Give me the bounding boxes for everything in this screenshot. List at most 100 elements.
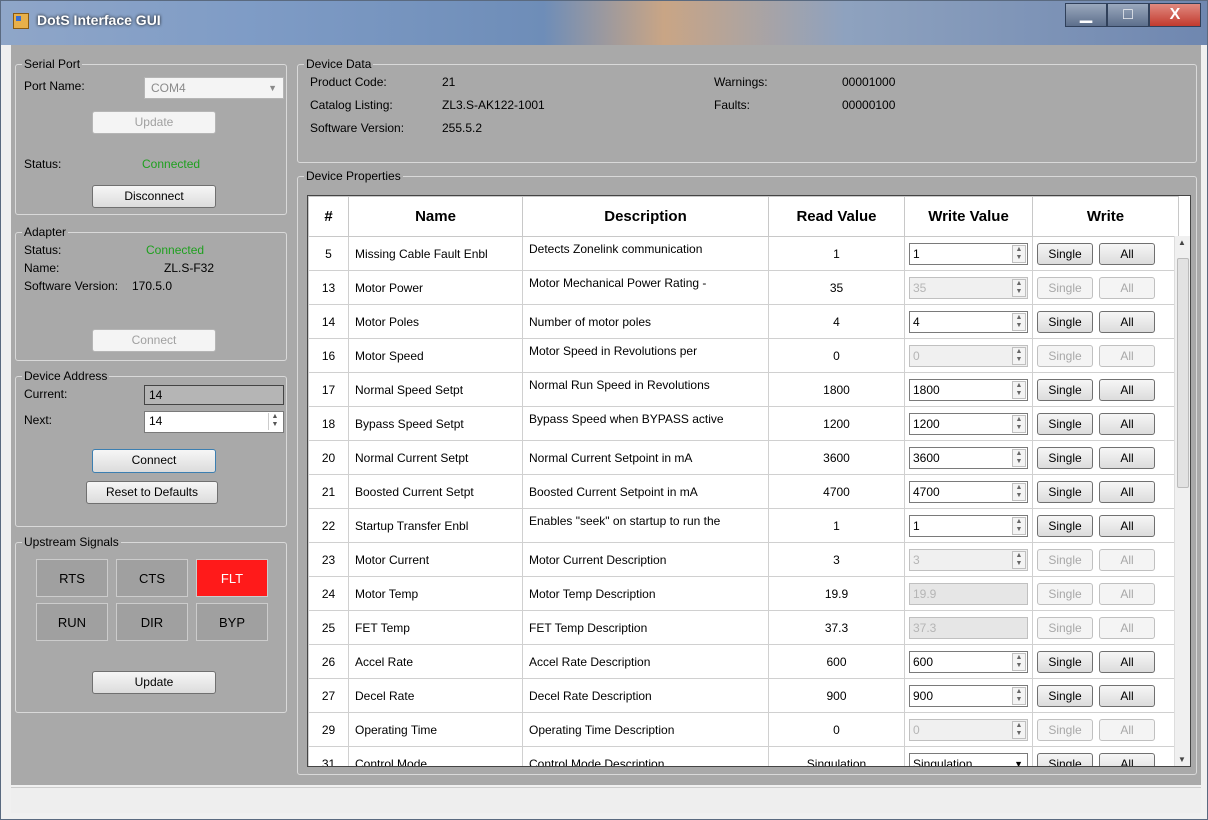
write-all-button[interactable]: All bbox=[1099, 344, 1155, 367]
minimize-button[interactable]: ▁ bbox=[1065, 3, 1107, 27]
table-row[interactable]: 25 FET Temp FET Temp Description 37.3 37… bbox=[308, 610, 1179, 645]
write-single-button[interactable]: Single bbox=[1037, 684, 1093, 707]
close-button[interactable]: X bbox=[1149, 3, 1201, 27]
table-row[interactable]: 31 Control Mode Control Mode Description… bbox=[308, 746, 1179, 766]
table-row[interactable]: 17 Normal Speed Setpt Normal Run Speed i… bbox=[308, 372, 1179, 407]
table-row[interactable]: 27 Decel Rate Decel Rate Description 900… bbox=[308, 678, 1179, 713]
reset-defaults-button[interactable]: Reset to Defaults bbox=[86, 481, 218, 504]
spin-arrows-icon[interactable]: ▲ ▼ bbox=[1012, 482, 1026, 501]
col-header-read-value[interactable]: Read Value bbox=[768, 196, 905, 237]
write-all-button[interactable]: All bbox=[1099, 446, 1155, 469]
spin-arrows-icon[interactable]: ▲ ▼ bbox=[1012, 244, 1026, 263]
write-value-stepper[interactable]: 1 ▲ ▼ bbox=[909, 514, 1028, 537]
cell-write-buttons: Single All bbox=[1032, 338, 1179, 373]
cell-read-value: 600 bbox=[768, 644, 905, 679]
table-row[interactable]: 13 Motor Power Motor Mechanical Power Ra… bbox=[308, 270, 1179, 305]
cell-id: 18 bbox=[308, 406, 349, 441]
spin-arrows-icon[interactable]: ▲ ▼ bbox=[1012, 448, 1026, 467]
table-row[interactable]: 22 Startup Transfer Enbl Enables "seek" … bbox=[308, 508, 1179, 543]
write-all-button[interactable]: All bbox=[1099, 412, 1155, 435]
disconnect-button[interactable]: Disconnect bbox=[92, 185, 216, 208]
write-single-button[interactable]: Single bbox=[1037, 718, 1093, 741]
write-value-stepper[interactable]: 3600 ▲ ▼ bbox=[909, 446, 1028, 469]
write-value-stepper[interactable]: 4700 ▲ ▼ bbox=[909, 480, 1028, 503]
warnings-label: Warnings: bbox=[714, 75, 768, 89]
write-all-button[interactable]: All bbox=[1099, 378, 1155, 401]
write-single-button[interactable]: Single bbox=[1037, 480, 1093, 503]
write-single-button[interactable]: Single bbox=[1037, 242, 1093, 265]
write-single-button[interactable]: Single bbox=[1037, 276, 1093, 299]
col-header-id[interactable]: # bbox=[308, 196, 349, 237]
write-all-button[interactable]: All bbox=[1099, 310, 1155, 333]
cell-write-buttons: Single All bbox=[1032, 746, 1179, 766]
vertical-scrollbar[interactable]: ▲ ▼ bbox=[1174, 236, 1190, 766]
spin-arrows-icon[interactable]: ▲ ▼ bbox=[1012, 380, 1026, 399]
table-row[interactable]: 21 Boosted Current Setpt Boosted Current… bbox=[308, 474, 1179, 509]
write-single-button[interactable]: Single bbox=[1037, 752, 1093, 766]
write-single-button[interactable]: Single bbox=[1037, 514, 1093, 537]
title-bar[interactable]: DotS Interface GUI ▁ □ X bbox=[1, 1, 1207, 45]
spin-arrows-icon: ▲ ▼ bbox=[1012, 550, 1026, 569]
write-value-stepper[interactable]: 1200 ▲ ▼ bbox=[909, 412, 1028, 435]
write-all-button[interactable]: All bbox=[1099, 480, 1155, 503]
table-row[interactable]: 24 Motor Temp Motor Temp Description 19.… bbox=[308, 576, 1179, 611]
table-row[interactable]: 23 Motor Current Motor Current Descripti… bbox=[308, 542, 1179, 577]
write-all-button[interactable]: All bbox=[1099, 276, 1155, 299]
col-header-name[interactable]: Name bbox=[348, 196, 523, 237]
write-all-button[interactable]: All bbox=[1099, 582, 1155, 605]
port-name-combo[interactable]: COM4 ▼ bbox=[144, 77, 284, 99]
next-address-stepper[interactable]: 14 ▲ ▼ bbox=[144, 411, 284, 433]
cell-write-value: 600 ▲ ▼ bbox=[904, 644, 1033, 679]
write-single-button[interactable]: Single bbox=[1037, 446, 1093, 469]
scroll-down-icon[interactable]: ▼ bbox=[1178, 755, 1186, 764]
write-value-stepper[interactable]: 1 ▲ ▼ bbox=[909, 242, 1028, 265]
write-all-button[interactable]: All bbox=[1099, 514, 1155, 537]
write-single-button[interactable]: Single bbox=[1037, 344, 1093, 367]
write-single-button[interactable]: Single bbox=[1037, 548, 1093, 571]
write-all-button[interactable]: All bbox=[1099, 548, 1155, 571]
spin-arrows-icon[interactable]: ▲ ▼ bbox=[1012, 414, 1026, 433]
write-all-button[interactable]: All bbox=[1099, 752, 1155, 766]
address-connect-button[interactable]: Connect bbox=[92, 449, 216, 473]
properties-grid[interactable]: # Name Description Read Value Write Valu… bbox=[307, 195, 1191, 767]
table-row[interactable]: 26 Accel Rate Accel Rate Description 600… bbox=[308, 644, 1179, 679]
serial-update-button[interactable]: Update bbox=[92, 111, 216, 134]
write-single-button[interactable]: Single bbox=[1037, 378, 1093, 401]
col-header-description[interactable]: Description bbox=[522, 196, 769, 237]
table-row[interactable]: 29 Operating Time Operating Time Descrip… bbox=[308, 712, 1179, 747]
spin-arrows-icon[interactable]: ▲ ▼ bbox=[1012, 516, 1026, 535]
write-all-button[interactable]: All bbox=[1099, 718, 1155, 741]
col-header-write-value[interactable]: Write Value bbox=[904, 196, 1033, 237]
write-value-stepper[interactable]: 4 ▲ ▼ bbox=[909, 310, 1028, 333]
adapter-connect-button[interactable]: Connect bbox=[92, 329, 216, 352]
spin-arrows-icon[interactable]: ▲ ▼ bbox=[1012, 652, 1026, 671]
write-value-stepper[interactable]: 1800 ▲ ▼ bbox=[909, 378, 1028, 401]
write-all-button[interactable]: All bbox=[1099, 684, 1155, 707]
adapter-name-label: Name: bbox=[24, 261, 60, 275]
table-row[interactable]: 14 Motor Poles Number of motor poles 4 4… bbox=[308, 304, 1179, 339]
write-single-button[interactable]: Single bbox=[1037, 616, 1093, 639]
table-row[interactable]: 18 Bypass Speed Setpt Bypass Speed when … bbox=[308, 406, 1179, 441]
table-row[interactable]: 5 Missing Cable Fault Enbl Detects Zonel… bbox=[308, 236, 1179, 271]
scroll-up-icon[interactable]: ▲ bbox=[1178, 238, 1186, 247]
maximize-button[interactable]: □ bbox=[1107, 3, 1149, 27]
write-all-button[interactable]: All bbox=[1099, 242, 1155, 265]
write-all-button[interactable]: All bbox=[1099, 650, 1155, 673]
spin-arrows-icon[interactable]: ▲ ▼ bbox=[1012, 312, 1026, 331]
write-all-button[interactable]: All bbox=[1099, 616, 1155, 639]
cell-name: Normal Speed Setpt bbox=[348, 372, 523, 407]
col-header-write[interactable]: Write bbox=[1032, 196, 1179, 237]
spin-arrows-icon[interactable]: ▲ ▼ bbox=[268, 413, 281, 430]
write-value-stepper[interactable]: 900 ▲ ▼ bbox=[909, 684, 1028, 707]
scroll-thumb[interactable] bbox=[1177, 258, 1189, 488]
write-value-stepper[interactable]: 600 ▲ ▼ bbox=[909, 650, 1028, 673]
write-single-button[interactable]: Single bbox=[1037, 582, 1093, 605]
write-value-dropdown[interactable]: Singulation ▼ bbox=[909, 752, 1028, 766]
write-single-button[interactable]: Single bbox=[1037, 310, 1093, 333]
write-single-button[interactable]: Single bbox=[1037, 650, 1093, 673]
signals-update-button[interactable]: Update bbox=[92, 671, 216, 694]
table-row[interactable]: 16 Motor Speed Motor Speed in Revolution… bbox=[308, 338, 1179, 373]
write-single-button[interactable]: Single bbox=[1037, 412, 1093, 435]
spin-arrows-icon[interactable]: ▲ ▼ bbox=[1012, 686, 1026, 705]
table-row[interactable]: 20 Normal Current Setpt Normal Current S… bbox=[308, 440, 1179, 475]
